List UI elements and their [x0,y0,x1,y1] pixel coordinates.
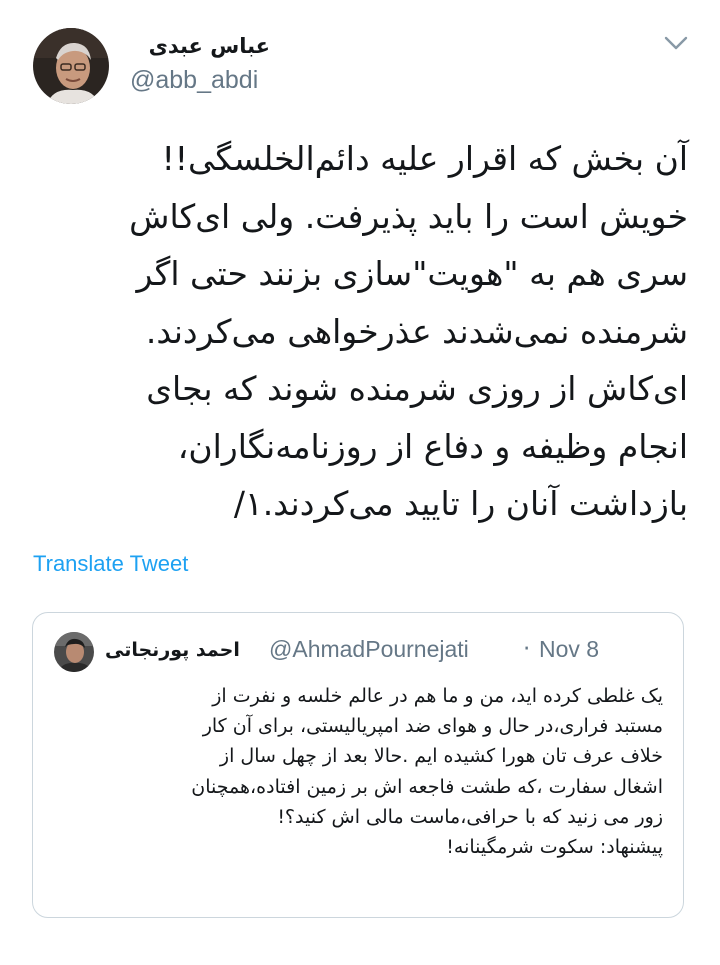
quoted-text-line: پیشنهاد: سکوت شرمگینانه! [446,836,663,859]
author-photo [33,28,109,104]
translate-tweet-link[interactable]: Translate Tweet [33,551,188,577]
tweet-text-line: شرمنده نمی‌شدند عذرخواهی می‌کردند. [145,311,688,351]
tweet-text-line: بازداشت آنان را تایید می‌کردند.۱/ [233,484,688,523]
quoted-author-handle[interactable]: @AhmadPournejati [269,636,469,663]
quoted-author-photo [54,632,94,672]
tweet-text-line: خویش است را باید پذیرفت. ولی ای‌کاش [129,196,688,236]
quoted-text-line: یک غلطی کرده اید، من و ما هم در عالم خلس… [212,685,663,707]
tweet-text: آن بخش که اقرار علیه دائم‌الخلسگی!! خویش… [30,130,688,533]
quoted-author-avatar[interactable] [54,632,94,672]
quoted-text-line: مستبد فراری،در حال و هوای ضد امپریالیستی… [202,715,663,738]
author-name[interactable]: عباس عبدی [128,34,270,58]
quoted-text-line: خلاف عرف تان هورا کشیده ایم .حالا بعد از… [219,745,663,768]
tweet-text-line: سری هم به "هویت"سازی بزنند حتی اگر [136,254,688,293]
quoted-tweet-card[interactable]: احمد پورنجاتی @AhmadPournejati · Nov 8 ی… [32,612,684,918]
quoted-text-line: اشغال سفارت ،که طشت فاجعه اش بر زمین افت… [191,775,663,798]
quoted-author-name[interactable]: احمد پورنجاتی [105,639,240,661]
author-handle[interactable]: @abb_abdi [130,66,258,95]
quoted-text-line: زور می زنید که با حرافی،ماست مالی اش کنی… [277,805,663,828]
header-separator: · [523,636,531,662]
tweet-menu-button[interactable] [661,32,691,54]
tweet-text-line: انجام وظیفه و دفاع از روزنامه‌نگاران، [177,426,688,466]
quoted-tweet-header: احمد پورنجاتی @AhmadPournejati · Nov 8 [105,636,665,668]
chevron-down-icon [664,36,688,50]
author-avatar[interactable] [33,28,109,104]
quoted-tweet-text: یک غلطی کرده اید، من و ما هم در عالم خلس… [53,681,663,862]
tweet-text-line: ای‌کاش از روزی شرمنده شوند که بجای [146,369,688,408]
quoted-tweet-date[interactable]: Nov 8 [539,636,599,663]
tweet-text-line: آن بخش که اقرار علیه دائم‌الخلسگی!! [161,139,688,178]
